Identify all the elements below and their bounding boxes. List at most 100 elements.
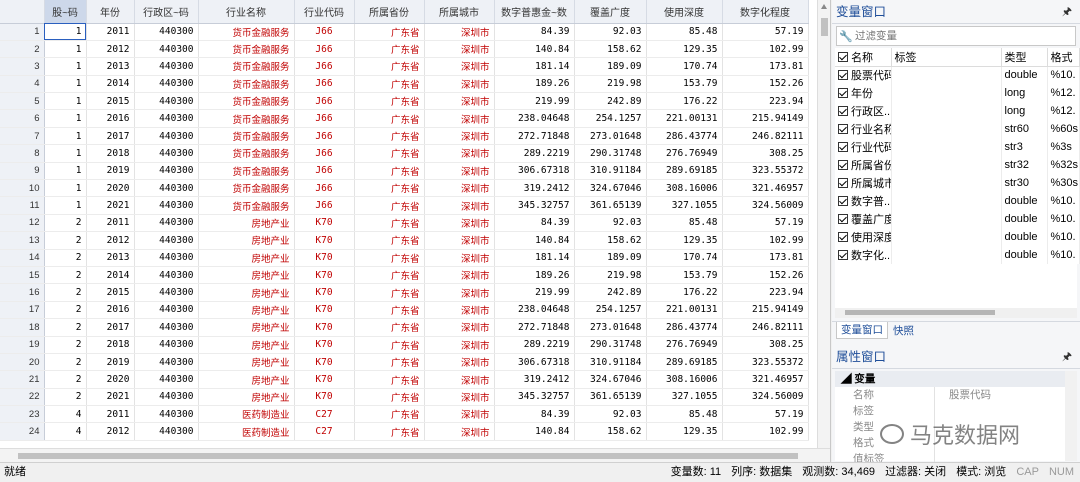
cell-province[interactable]: 广东省 xyxy=(354,23,425,41)
cell-province[interactable]: 广东省 xyxy=(354,127,425,146)
cell-year[interactable]: 2016 xyxy=(86,301,135,320)
cell-province[interactable]: 广东省 xyxy=(354,75,425,94)
cell-year[interactable]: 2013 xyxy=(86,249,135,267)
cell-industry[interactable]: 医药制造业 xyxy=(198,422,295,441)
cell-indcode[interactable]: C27 xyxy=(294,405,355,424)
cell-usage[interactable]: 289.69185 xyxy=(646,353,723,372)
cell-usage[interactable]: 308.16006 xyxy=(646,370,723,389)
cell-dfi[interactable]: 84.39 xyxy=(494,214,575,233)
header-label[interactable]: 标签 xyxy=(891,48,1002,67)
cell-year[interactable]: 2016 xyxy=(86,109,135,128)
table-row[interactable]: 23 4 2011 440300 医药制造业 C27 广东省 深圳市 84.39 92.03 85.… xyxy=(0,405,809,424)
cell-year[interactable]: 2017 xyxy=(86,127,135,146)
cell-city[interactable]: 深圳市 xyxy=(424,75,495,94)
cell-coverage[interactable]: 254.1257 xyxy=(574,301,647,320)
cell-indcode[interactable]: K70 xyxy=(294,318,355,337)
cell-stkcd[interactable]: 1 xyxy=(44,92,87,111)
cell-coverage[interactable]: 273.01648 xyxy=(574,127,647,146)
cell-dfi[interactable]: 84.39 xyxy=(494,405,575,424)
cell-indcode[interactable]: J66 xyxy=(294,144,355,163)
cell-indcode[interactable]: K70 xyxy=(294,388,355,407)
cell-digit[interactable]: 173.81 xyxy=(722,57,809,76)
cell-industry[interactable]: 货币金融服务 xyxy=(198,162,295,181)
cell-digit[interactable]: 246.82111 xyxy=(722,127,809,146)
cell-dfi[interactable]: 189.26 xyxy=(494,266,575,285)
header-type[interactable]: 类型 xyxy=(1001,48,1048,67)
column-header-stkcd[interactable]: 股~码 xyxy=(44,0,87,24)
cell-dfi[interactable]: 189.26 xyxy=(494,75,575,94)
cell-stkcd[interactable]: 1 xyxy=(44,144,87,163)
cell-region[interactable]: 440300 xyxy=(134,301,199,320)
variable-label[interactable] xyxy=(891,66,1002,84)
cell-coverage[interactable]: 189.09 xyxy=(574,249,647,267)
cell-stkcd[interactable]: 1 xyxy=(44,109,87,128)
cell-city[interactable]: 深圳市 xyxy=(424,283,495,302)
cell-industry[interactable]: 医药制造业 xyxy=(198,405,295,424)
variable-label[interactable] xyxy=(891,102,1002,120)
cell-industry[interactable]: 房地产业 xyxy=(198,231,295,250)
cell-province[interactable]: 广东省 xyxy=(354,283,425,302)
pin-icon[interactable]: 🖈 xyxy=(1062,345,1072,369)
variable-label[interactable] xyxy=(891,138,1002,156)
table-row[interactable]: 21 2 2020 440300 房地产业 K70 广东省 深圳市 319.2412 324.67… xyxy=(0,370,809,389)
cell-city[interactable]: 深圳市 xyxy=(424,405,495,424)
cell-stkcd[interactable]: 4 xyxy=(44,422,87,441)
table-row[interactable]: 7 1 2017 440300 货币金融服务 J66 广东省 深圳市 272.71848 273.… xyxy=(0,127,809,146)
cell-coverage[interactable]: 310.91184 xyxy=(574,162,647,181)
properties-section[interactable]: ◢ 变量 xyxy=(835,371,1077,387)
cell-province[interactable]: 广东省 xyxy=(354,196,425,215)
cell-coverage[interactable]: 92.03 xyxy=(574,214,647,233)
cell-city[interactable]: 深圳市 xyxy=(424,301,495,320)
cell-digit[interactable]: 223.94 xyxy=(722,92,809,111)
cell-industry[interactable]: 房地产业 xyxy=(198,353,295,372)
cell-usage[interactable]: 221.00131 xyxy=(646,301,723,320)
cell-digit[interactable]: 57.19 xyxy=(722,405,809,424)
tab-snapshots[interactable]: 快照 xyxy=(888,322,919,339)
table-row[interactable]: 4 1 2014 440300 货币金融服务 J66 广东省 深圳市 189.26 219.98 1… xyxy=(0,75,809,94)
cell-city[interactable]: 深圳市 xyxy=(424,336,495,354)
table-row[interactable]: 3 1 2013 440300 货币金融服务 J66 广东省 深圳市 181.14 189.09 1… xyxy=(0,57,809,76)
cell-usage[interactable]: 327.1055 xyxy=(646,388,723,407)
cell-indcode[interactable]: J66 xyxy=(294,57,355,76)
column-header-digit[interactable]: 数字化程度 xyxy=(722,0,809,24)
cell-digit[interactable]: 152.26 xyxy=(722,75,809,94)
cell-coverage[interactable]: 189.09 xyxy=(574,57,647,76)
variable-name-cell[interactable]: 行政区... xyxy=(835,102,892,120)
cell-region[interactable]: 440300 xyxy=(134,283,199,302)
cell-year[interactable]: 2011 xyxy=(86,23,135,41)
cell-digit[interactable]: 102.99 xyxy=(722,422,809,441)
cell-year[interactable]: 2015 xyxy=(86,283,135,302)
cell-industry[interactable]: 货币金融服务 xyxy=(198,75,295,94)
cell-stkcd[interactable]: 2 xyxy=(44,301,87,320)
cell-dfi[interactable]: 306.67318 xyxy=(494,353,575,372)
cell-year[interactable]: 2020 xyxy=(86,370,135,389)
cell-usage[interactable]: 85.48 xyxy=(646,405,723,424)
cell-indcode[interactable]: K70 xyxy=(294,301,355,320)
cell-city[interactable]: 深圳市 xyxy=(424,92,495,111)
cell-indcode[interactable]: J66 xyxy=(294,40,355,59)
variable-row[interactable]: 数字化... double %10. xyxy=(835,246,1080,264)
cell-region[interactable]: 440300 xyxy=(134,231,199,250)
cell-stkcd[interactable]: 2 xyxy=(44,249,87,267)
variable-row[interactable]: 行业名称 str60 %60s xyxy=(835,120,1080,138)
cell-province[interactable]: 广东省 xyxy=(354,370,425,389)
variable-label[interactable] xyxy=(891,228,1002,246)
checkbox-icon[interactable] xyxy=(838,142,848,152)
variable-filter[interactable]: 🔧 xyxy=(836,26,1076,46)
table-row[interactable]: 18 2 2017 440300 房地产业 K70 广东省 深圳市 272.71848 273.0… xyxy=(0,318,809,337)
cell-year[interactable]: 2020 xyxy=(86,179,135,198)
variable-row[interactable]: 数字普... double %10. xyxy=(835,192,1080,210)
cell-stkcd[interactable]: 2 xyxy=(44,283,87,302)
cell-dfi[interactable]: 140.84 xyxy=(494,231,575,250)
header-name[interactable]: 名称 xyxy=(835,48,892,67)
column-header-usage[interactable]: 使用深度 xyxy=(646,0,723,24)
cell-indcode[interactable]: J66 xyxy=(294,92,355,111)
variable-label[interactable] xyxy=(891,246,1002,264)
cell-industry[interactable]: 货币金融服务 xyxy=(198,196,295,215)
cell-dfi[interactable]: 272.71848 xyxy=(494,318,575,337)
variable-label[interactable] xyxy=(891,120,1002,138)
cell-indcode[interactable]: J66 xyxy=(294,127,355,146)
table-row[interactable]: 20 2 2019 440300 房地产业 K70 广东省 深圳市 306.67318 310.9… xyxy=(0,353,809,372)
cell-dfi[interactable]: 345.32757 xyxy=(494,388,575,407)
cell-stkcd[interactable]: 2 xyxy=(44,388,87,407)
